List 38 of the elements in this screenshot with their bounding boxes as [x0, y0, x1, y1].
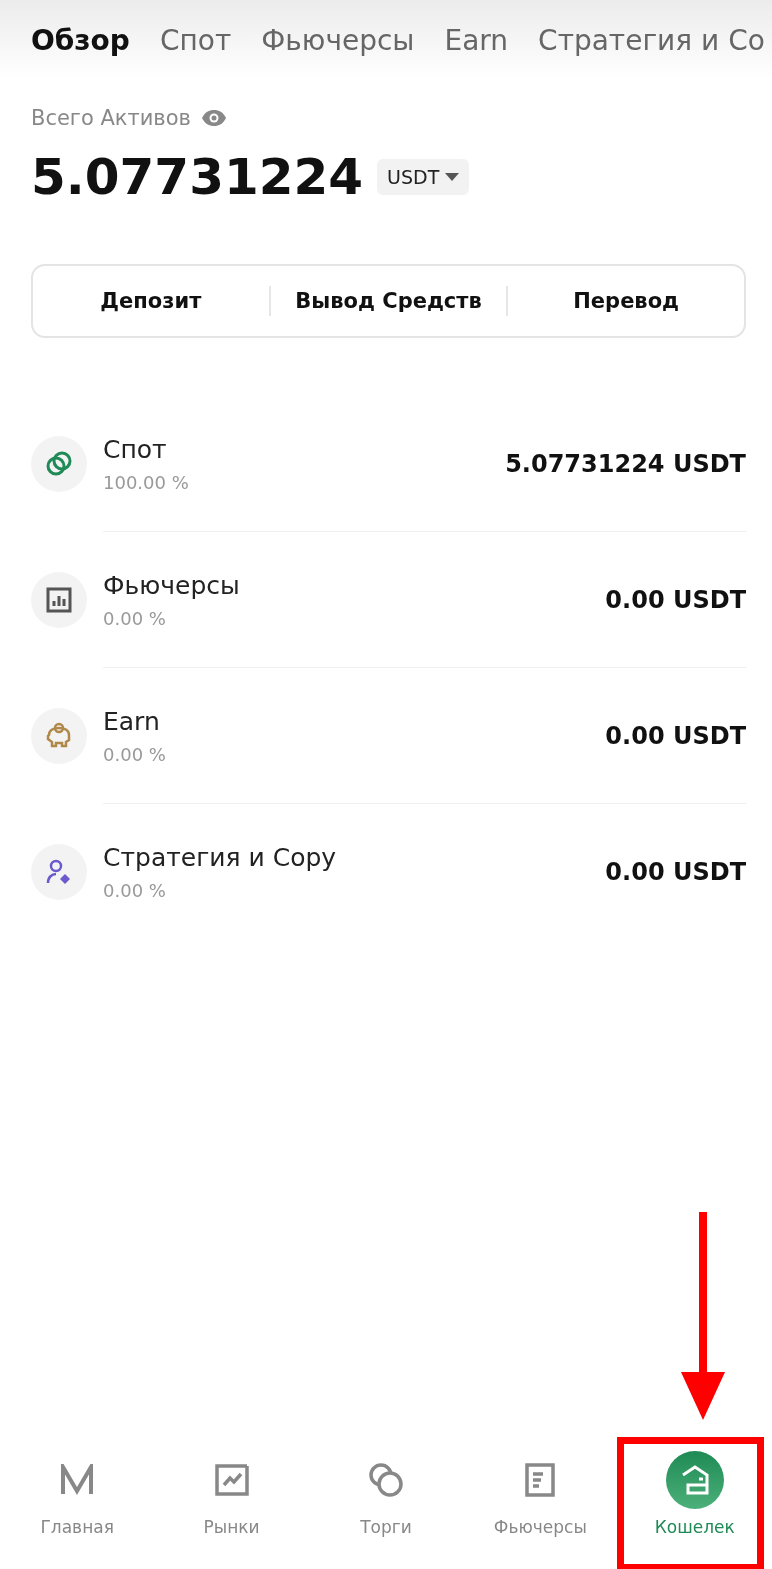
- chart-icon: [214, 1464, 249, 1496]
- account-balance: 0.00 USDT: [605, 721, 746, 750]
- nav-tab[interactable]: Торги: [360, 1517, 412, 1537]
- tab[interactable]: Стратегия и Co: [538, 23, 765, 57]
- account-name[interactable]: Спот: [103, 434, 506, 464]
- account-share: 0.00 %: [103, 607, 167, 629]
- account-balance: 0.00 USDT: [605, 858, 746, 886]
- account-name[interactable]: Стратегия и Copy: [103, 843, 606, 872]
- document-icon: [525, 1463, 556, 1497]
- account-balance: 5.07731224 USDT: [505, 449, 746, 478]
- account-share: 0.00 %: [103, 743, 167, 765]
- nav-tab[interactable]: Кошелек: [654, 1517, 735, 1537]
- account-balance: 0.00 USDT: [605, 585, 746, 614]
- nav-tab[interactable]: Главная: [40, 1517, 114, 1537]
- tab[interactable]: Спот: [159, 23, 232, 57]
- account-name[interactable]: Earn: [103, 706, 606, 736]
- tab[interactable]: Earn: [444, 23, 509, 57]
- nav-tab[interactable]: Рынки: [203, 1517, 260, 1537]
- account-share: 0.00 %: [103, 880, 167, 901]
- bar-chart-icon: [46, 587, 72, 613]
- total-amount: 5.07731224: [31, 148, 364, 206]
- account-name[interactable]: Фьючерсы: [103, 570, 606, 600]
- wallet-icon: [665, 1451, 724, 1509]
- action-button[interactable]: Вывод Средств: [270, 289, 507, 313]
- caret-icon: [445, 173, 460, 181]
- eye-icon[interactable]: [200, 109, 227, 127]
- coins-icon: [45, 450, 73, 478]
- circles-icon: [367, 1462, 404, 1498]
- action-button[interactable]: Перевод: [508, 289, 744, 313]
- action-button[interactable]: Депозит: [33, 289, 269, 313]
- nav-tab[interactable]: Фьючерсы: [493, 1517, 587, 1537]
- logo-icon: [60, 1464, 95, 1496]
- tab[interactable]: Обзор: [31, 23, 130, 57]
- currency-selector[interactable]: USDT: [377, 159, 470, 195]
- total-assets-label: Всего Активов: [31, 106, 191, 130]
- user-diamond-icon: [45, 858, 73, 886]
- tab[interactable]: Фьючерсы: [261, 23, 415, 57]
- account-share: 100.00 %: [103, 471, 190, 493]
